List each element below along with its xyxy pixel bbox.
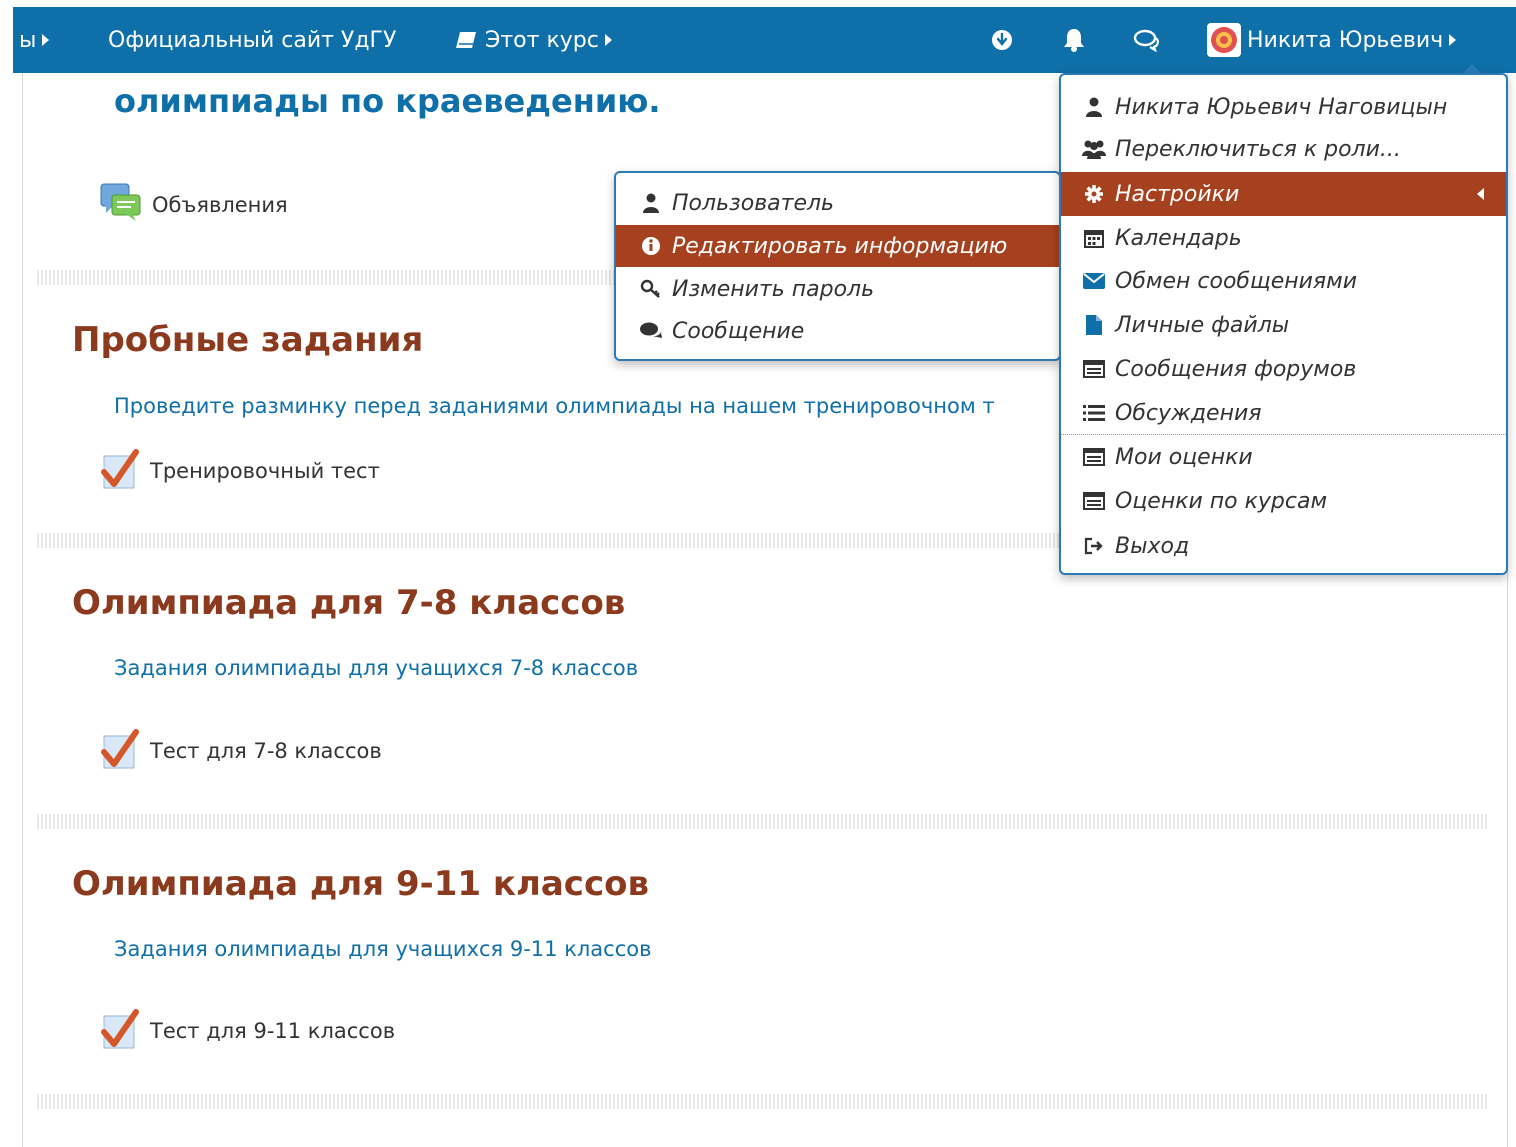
key-icon bbox=[638, 279, 664, 299]
usermenu-item-private-files[interactable]: Личные файлы bbox=[1061, 304, 1506, 346]
usermenu-item-label: Переключиться к роли... bbox=[1115, 136, 1401, 162]
section-title-trial: Пробные задания bbox=[72, 320, 424, 360]
submenu-item-change-password[interactable]: Изменить пароль bbox=[616, 269, 1059, 309]
nav-course-menu[interactable]: Этот курс bbox=[455, 7, 612, 73]
usermenu-item-calendar[interactable]: Календарь bbox=[1061, 218, 1506, 258]
submenu-item-user[interactable]: Пользователь bbox=[616, 183, 1059, 223]
avatar bbox=[1207, 23, 1241, 57]
nav-site-link[interactable]: Официальный сайт УдГУ bbox=[108, 7, 396, 73]
usermenu-item-messaging[interactable]: Обмен сообщениями bbox=[1061, 260, 1506, 302]
usermenu-item-profile[interactable]: Никита Юрьевич Наговицын bbox=[1061, 87, 1506, 127]
list-icon bbox=[1081, 404, 1107, 422]
quiz-icon bbox=[100, 448, 140, 494]
forum-icon bbox=[100, 183, 142, 227]
usermenu-item-label: Никита Юрьевич Наговицын bbox=[1115, 94, 1448, 120]
settings-submenu: Пользователь Редактировать информацию Из… bbox=[614, 171, 1061, 361]
list-alt-icon bbox=[1081, 448, 1107, 466]
usermenu-item-course-grades[interactable]: Оценки по курсам bbox=[1061, 480, 1506, 522]
file-icon bbox=[1081, 314, 1107, 336]
caret-left-icon bbox=[1477, 188, 1484, 200]
submenu-item-edit-profile[interactable]: Редактировать информацию bbox=[616, 225, 1059, 267]
page: олимпиады по краеведению. Объявления Про… bbox=[0, 0, 1516, 1147]
usermenu-item-label: Календарь bbox=[1115, 225, 1242, 251]
nav-notifications-button[interactable] bbox=[1061, 7, 1087, 73]
section-title-grade-7-8: Олимпиада для 7-8 классов bbox=[72, 583, 626, 623]
usermenu-item-label: Мои оценки bbox=[1115, 444, 1253, 470]
usermenu-item-label: Обсуждения bbox=[1115, 400, 1262, 426]
user-dropdown-menu: Никита Юрьевич Наговицын Переключиться к… bbox=[1059, 73, 1508, 575]
submenu-item-message[interactable]: Сообщение bbox=[616, 311, 1059, 351]
section-separator bbox=[37, 814, 1489, 829]
comments-icon bbox=[638, 321, 664, 341]
book-icon bbox=[455, 30, 477, 50]
quiz-link-trial[interactable]: Тренировочный тест bbox=[150, 459, 380, 483]
usermenu-item-discussions[interactable]: Обсуждения bbox=[1061, 392, 1506, 434]
nav-popover-button[interactable] bbox=[990, 7, 1014, 73]
caret-right-icon bbox=[42, 34, 50, 46]
envelope-icon bbox=[1081, 273, 1107, 289]
users-icon bbox=[1081, 139, 1107, 159]
usermenu-item-label: Сообщения форумов bbox=[1115, 356, 1357, 382]
caret-right-icon bbox=[1449, 34, 1457, 46]
sign-out-icon bbox=[1081, 537, 1107, 555]
arrow-circle-down-icon bbox=[990, 28, 1014, 52]
usermenu-item-label: Настройки bbox=[1115, 181, 1240, 207]
nav-messages-button[interactable] bbox=[1133, 7, 1161, 73]
section-summary-grade-7-8: Задания олимпиады для учащихся 7-8 класс… bbox=[114, 656, 639, 680]
bell-icon bbox=[1061, 27, 1087, 53]
nav-cut-menu[interactable]: ы bbox=[19, 7, 50, 73]
caret-right-icon bbox=[604, 34, 612, 46]
section-summary-grade-9-11: Задания олимпиады для учащихся 9-11 клас… bbox=[114, 937, 652, 961]
cog-icon bbox=[1081, 184, 1107, 204]
quiz-icon bbox=[100, 728, 140, 774]
submenu-item-label: Редактировать информацию bbox=[672, 233, 1008, 259]
section-summary-trial: Проведите разминку перед заданиями олимп… bbox=[114, 394, 995, 418]
nav-user-menu[interactable]: Никита Юрьевич bbox=[1207, 7, 1457, 73]
user-icon bbox=[638, 193, 664, 213]
quiz-activity-trial[interactable]: Тренировочный тест bbox=[100, 448, 380, 494]
nav-user-name: Никита Юрьевич bbox=[1247, 27, 1444, 53]
quiz-activity-grade-9-11[interactable]: Тест для 9-11 классов bbox=[100, 1008, 395, 1054]
section-separator bbox=[37, 1094, 1489, 1109]
usermenu-item-my-grades[interactable]: Мои оценки bbox=[1061, 436, 1506, 478]
menu-divider bbox=[1061, 434, 1506, 435]
section-title-grade-9-11: Олимпиада для 9-11 классов bbox=[72, 864, 649, 904]
usermenu-item-label: Оценки по курсам bbox=[1115, 488, 1328, 514]
nav-cut-menu-label: ы bbox=[19, 27, 37, 53]
comments-icon bbox=[1133, 28, 1161, 52]
quiz-icon bbox=[100, 1008, 140, 1054]
list-alt-icon bbox=[1081, 360, 1107, 378]
announcements-link[interactable]: Объявления bbox=[152, 193, 288, 217]
submenu-item-label: Пользователь bbox=[672, 190, 835, 216]
course-intro-title: олимпиады по краеведению. bbox=[114, 82, 661, 120]
top-navbar: ы Официальный сайт УдГУ Этот курс Никита… bbox=[13, 7, 1516, 73]
submenu-item-label: Изменить пароль bbox=[672, 276, 875, 302]
announcements-activity[interactable]: Объявления bbox=[100, 183, 288, 227]
usermenu-item-label: Обмен сообщениями bbox=[1115, 268, 1358, 294]
nav-course-menu-label: Этот курс bbox=[485, 27, 599, 53]
usermenu-item-label: Выход bbox=[1115, 533, 1190, 559]
quiz-link-grade-9-11[interactable]: Тест для 9-11 классов bbox=[150, 1019, 395, 1043]
user-icon bbox=[1081, 97, 1107, 117]
quiz-activity-grade-7-8[interactable]: Тест для 7-8 классов bbox=[100, 728, 382, 774]
calendar-icon bbox=[1081, 228, 1107, 248]
usermenu-item-label: Личные файлы bbox=[1115, 312, 1290, 338]
quiz-link-grade-7-8[interactable]: Тест для 7-8 классов bbox=[150, 739, 382, 763]
submenu-item-label: Сообщение bbox=[672, 318, 805, 344]
info-icon bbox=[638, 236, 664, 256]
nav-site-link-label: Официальный сайт УдГУ bbox=[108, 27, 397, 53]
usermenu-item-switch-role[interactable]: Переключиться к роли... bbox=[1061, 129, 1506, 169]
usermenu-item-settings[interactable]: Настройки bbox=[1061, 172, 1506, 216]
usermenu-item-forum-posts[interactable]: Сообщения форумов bbox=[1061, 348, 1506, 390]
list-alt-icon bbox=[1081, 492, 1107, 510]
usermenu-item-logout[interactable]: Выход bbox=[1061, 525, 1506, 567]
